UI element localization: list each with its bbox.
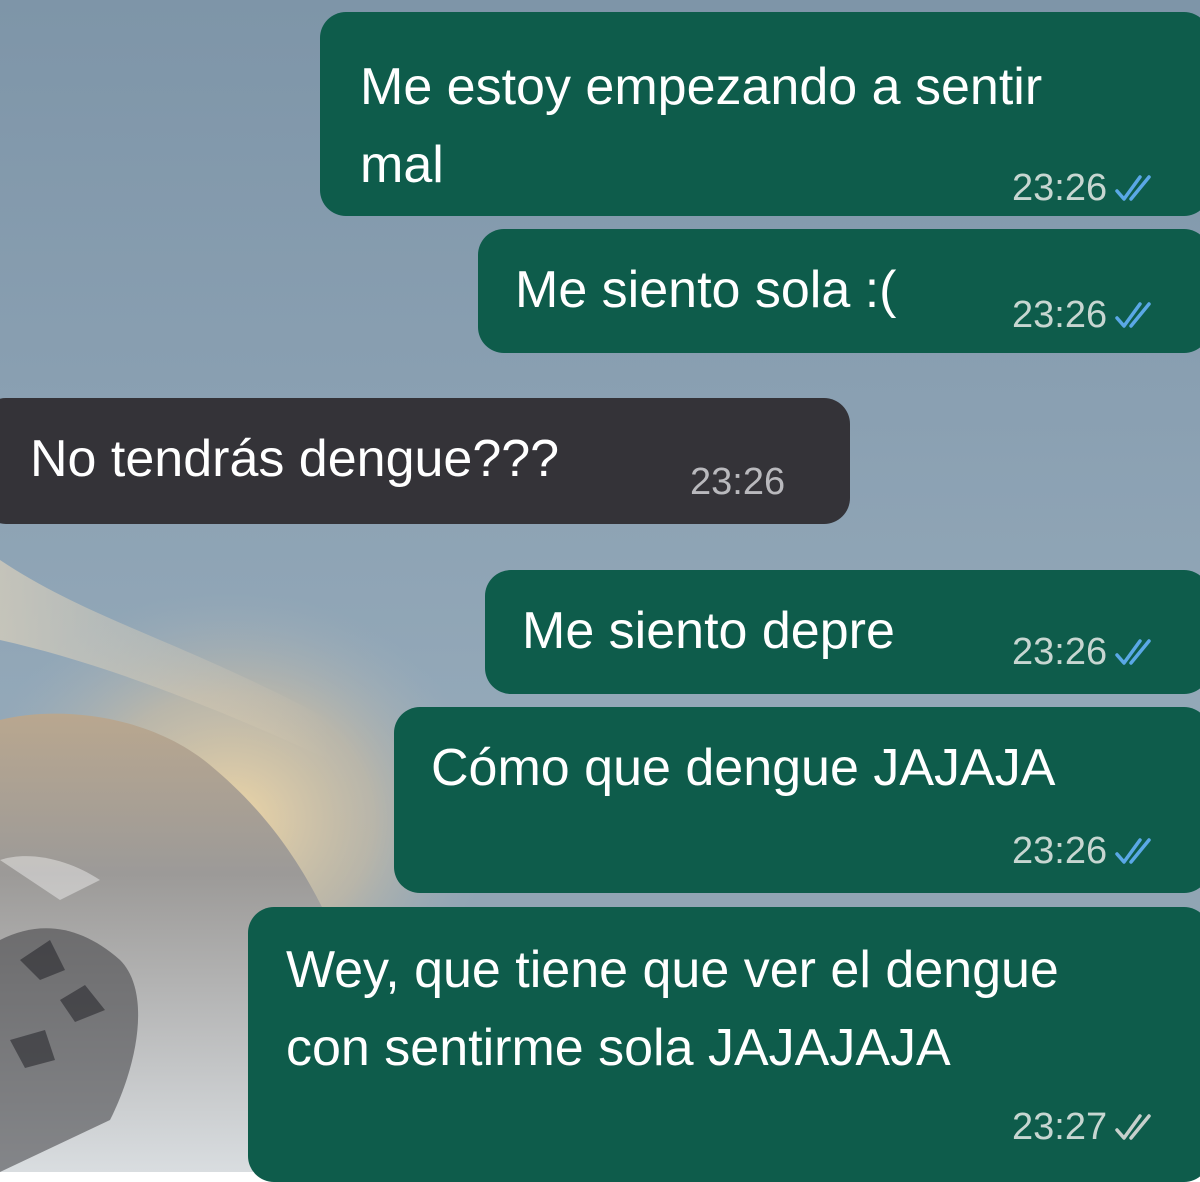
message-time: 23:26 [690, 461, 786, 503]
message-bubble-outgoing[interactable]: Me siento depre 23:26 [485, 570, 1200, 694]
message-bubble-outgoing[interactable]: Cómo que dengue JAJAJA 23:26 [394, 707, 1200, 893]
message-time: 23:27 [1012, 1106, 1108, 1148]
message-text: Me siento depre [522, 602, 895, 660]
message-time: 23:26 [1012, 167, 1108, 209]
message-text: Me estoy empezando a sentir [360, 58, 1043, 116]
message-text: mal [360, 136, 444, 194]
message-text: con sentirme sola JAJAJAJA [286, 1019, 951, 1077]
message-time: 23:26 [1012, 631, 1108, 673]
message-text: Cómo que dengue JAJAJA [431, 739, 1056, 797]
message-meta: 23:26 [1012, 632, 1159, 672]
message-meta: 23:26 [1012, 168, 1159, 208]
message-bubble-outgoing[interactable]: Me estoy empezando a sentir mal 23:26 [320, 12, 1200, 216]
read-double-check-icon [1115, 838, 1151, 864]
read-double-check-icon [1115, 302, 1151, 328]
message-bubble-outgoing[interactable]: Me siento sola :( 23:26 [478, 229, 1200, 353]
message-text: No tendrás dengue??? [30, 430, 560, 488]
delivered-double-check-icon [1115, 1114, 1151, 1140]
message-text: Me siento sola :( [515, 261, 897, 319]
read-double-check-icon [1115, 175, 1151, 201]
read-double-check-icon [1115, 639, 1151, 665]
message-meta: 23:27 [1012, 1107, 1159, 1147]
message-meta: 23:26 [1012, 295, 1159, 335]
message-text: Wey, que tiene que ver el dengue [286, 941, 1059, 999]
message-meta: 23:26 [690, 462, 785, 502]
message-time: 23:26 [1012, 294, 1108, 336]
message-time: 23:26 [1012, 830, 1108, 872]
message-meta: 23:26 [1012, 831, 1159, 871]
message-bubble-outgoing[interactable]: Wey, que tiene que ver el dengue con sen… [248, 907, 1200, 1182]
message-bubble-incoming[interactable]: No tendrás dengue??? 23:26 [0, 398, 850, 524]
